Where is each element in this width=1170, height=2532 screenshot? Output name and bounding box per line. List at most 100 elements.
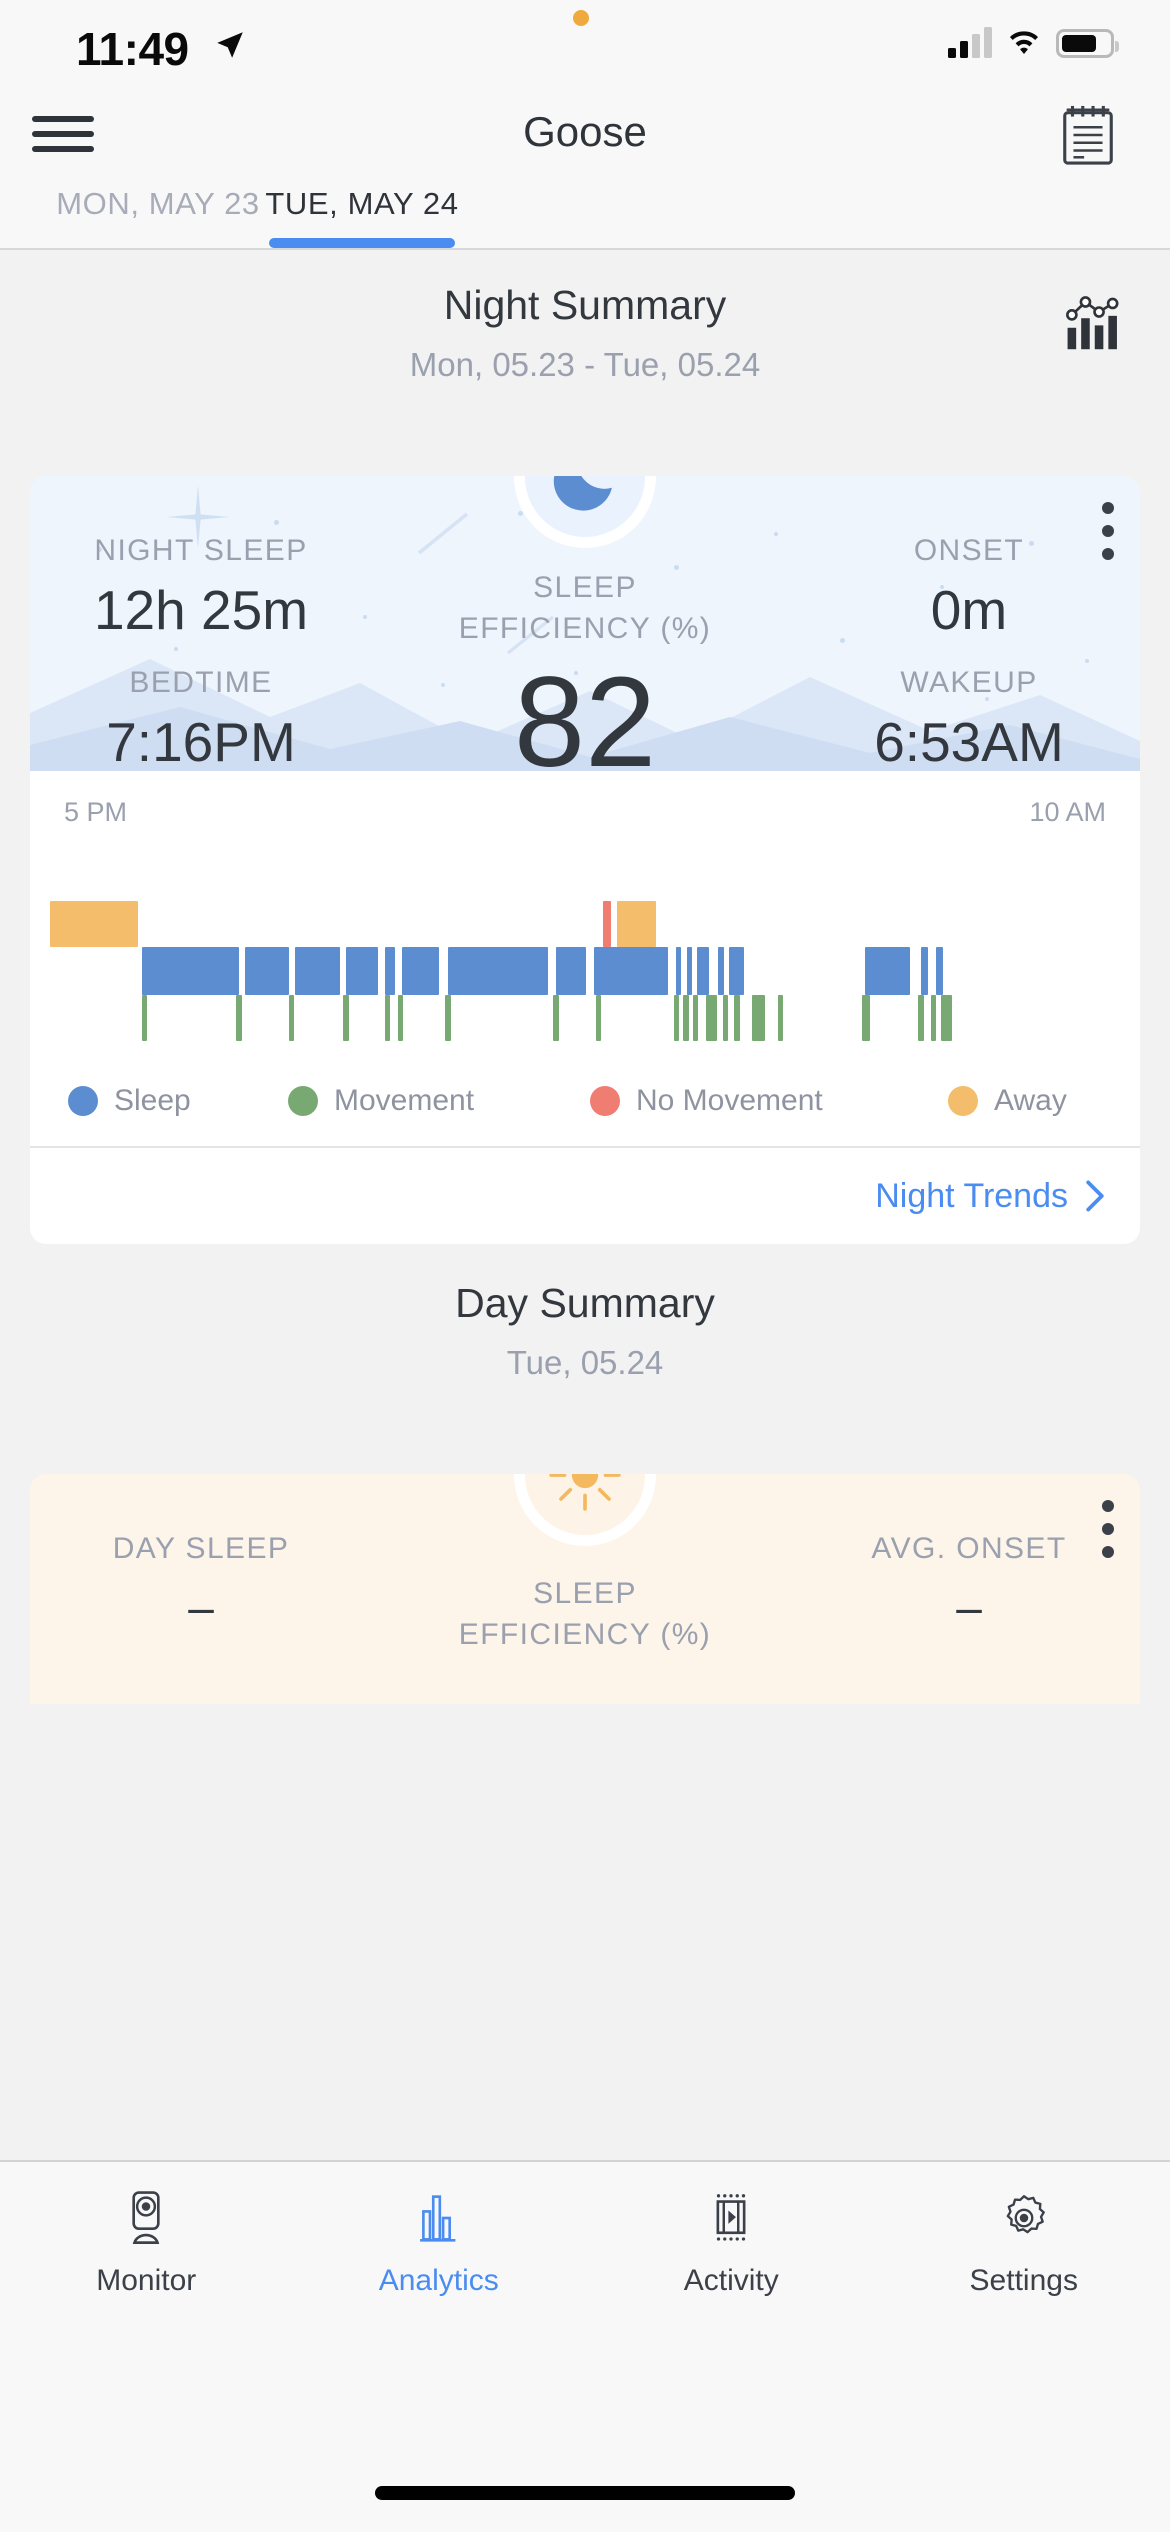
- app-screen: 11:49 Goose MON, MAY 23 TUE, MAY 24 Nigh…: [0, 0, 1170, 2532]
- timeline-segment-sleep: [675, 947, 682, 995]
- tab-analytics[interactable]: Analytics: [293, 2180, 586, 2298]
- timeline-segment-away: [617, 901, 656, 947]
- timeline-segment-movement: [705, 995, 717, 1041]
- stat-wakeup-label: WAKEUP: [900, 666, 1038, 699]
- timeline-segment-movement: [552, 995, 560, 1041]
- efficiency-label-line2: EFFICIENCY (%): [458, 611, 712, 645]
- timeline-segment-movement: [288, 995, 294, 1041]
- date-tab-tue[interactable]: TUE, MAY 24: [190, 186, 534, 222]
- timeline-segment-sleep: [384, 947, 395, 995]
- analytics-chart-icon[interactable]: [1064, 292, 1126, 354]
- timeline-segment-movement: [384, 995, 391, 1041]
- tab-analytics-label: Analytics: [378, 2264, 499, 2297]
- gear-icon: [988, 2180, 1060, 2256]
- night-summary-title: Night Summary: [443, 282, 727, 328]
- status-indicators: [948, 26, 1119, 58]
- bar-chart-icon: [403, 2180, 475, 2256]
- legend-dot-sleep: [68, 1086, 98, 1116]
- chevron-right-icon: [1086, 1180, 1104, 1212]
- nav-bar: Goose: [0, 88, 1170, 176]
- day-card-menu-button[interactable]: [1102, 1500, 1114, 1569]
- timeline-segment-sleep: [935, 947, 944, 995]
- timeline-segment-movement: [751, 995, 765, 1041]
- bottom-tab-bar: Monitor Analytics Activity Settings: [0, 2160, 1170, 2532]
- timeline-segment-movement: [595, 995, 602, 1041]
- timeline-segment-sleep: [717, 947, 725, 995]
- stat-night-sleep: NIGHT SLEEP 12h 25m: [66, 534, 336, 642]
- legend-label-no-movement: No Movement: [636, 1084, 823, 1117]
- timeline-start-label: 5 PM: [64, 797, 128, 827]
- scroll-content[interactable]: Night Summary Mon, 05.23 - Tue, 05.24 NI…: [0, 250, 1170, 2160]
- night-trends-link[interactable]: Night Trends: [875, 1177, 1106, 1216]
- legend-dot-away: [948, 1086, 978, 1116]
- home-indicator: [375, 2486, 795, 2500]
- stat-day-sleep-value: –: [188, 1581, 214, 1633]
- legend-label-sleep: Sleep: [114, 1084, 191, 1117]
- night-card-menu-button[interactable]: [1102, 502, 1114, 571]
- stat-night-sleep-value: 12h 25m: [93, 579, 309, 641]
- date-tab-bar: MON, MAY 23 TUE, MAY 24: [0, 176, 1170, 250]
- stat-day-sleep-label: DAY SLEEP: [112, 1532, 290, 1565]
- orange-recording-dot: [573, 10, 589, 26]
- timeline-segment-movement: [444, 995, 452, 1041]
- location-arrow-icon: [217, 32, 243, 58]
- status-time: 11:49: [76, 23, 189, 75]
- night-summary-subtitle: Mon, 05.23 - Tue, 05.24: [409, 346, 761, 383]
- timeline-segment-sleep: [729, 947, 745, 995]
- status-bar: 11:49: [0, 0, 1170, 88]
- notepad-icon[interactable]: [1054, 104, 1122, 166]
- stat-wakeup-value: 6:53AM: [874, 711, 1064, 771]
- stat-onset: ONSET 0m: [834, 534, 1104, 642]
- day-summary-subtitle: Tue, 05.24: [506, 1344, 664, 1381]
- timeline-segment-movement: [683, 995, 689, 1041]
- timeline-segment-sleep: [686, 947, 692, 995]
- tab-activity[interactable]: Activity: [585, 2180, 878, 2298]
- stat-sleep-efficiency: SLEEP EFFICIENCY (%) 82: [375, 568, 795, 771]
- day-summary-card: DAY SLEEP – AVG. ONSET – SLEEP EFFICIENC…: [30, 1474, 1140, 1704]
- stat-night-sleep-label: NIGHT SLEEP: [94, 534, 308, 567]
- timeline-segment-sleep: [556, 947, 587, 995]
- tab-settings[interactable]: Settings: [878, 2180, 1170, 2298]
- stat-avg-onset-label: AVG. ONSET: [871, 1532, 1067, 1565]
- stat-day-sleep-efficiency: SLEEP EFFICIENCY (%): [375, 1574, 795, 1656]
- timeline-segment-no-movement: [603, 901, 612, 947]
- efficiency-label-line1: SLEEP: [533, 571, 637, 604]
- timeline-segment-movement: [723, 995, 729, 1041]
- timeline-segment-movement: [777, 995, 783, 1041]
- tab-monitor[interactable]: Monitor: [0, 2180, 293, 2298]
- timeline-segment-sleep: [346, 947, 379, 995]
- timeline-segment-sleep: [402, 947, 440, 995]
- timeline-legend: Sleep Movement No Movement Away: [30, 1056, 1140, 1148]
- timeline-segment-movement: [693, 995, 699, 1041]
- tab-settings-label: Settings: [969, 2264, 1078, 2297]
- timeline-segment-movement: [343, 995, 349, 1041]
- stat-day-sleep: DAY SLEEP –: [66, 1532, 336, 1634]
- legend-item-movement: Movement: [288, 1084, 474, 1118]
- timeline-segment-movement: [917, 995, 925, 1041]
- night-summary-card: NIGHT SLEEP 12h 25m ONSET 0m BEDTIME 7:1…: [30, 476, 1140, 1244]
- timeline-segment-movement: [673, 995, 680, 1041]
- film-play-icon: [695, 2180, 767, 2256]
- night-timeline-chart[interactable]: 5 PM 10 AM: [30, 771, 1140, 1056]
- timeline-segment-movement: [941, 995, 952, 1041]
- cellular-signal-icon: [948, 26, 992, 58]
- timeline-segment-away: [50, 901, 138, 947]
- camera-monitor-icon: [110, 2180, 182, 2256]
- shooting-star-icon: [418, 512, 469, 554]
- page-title: Goose: [523, 108, 647, 155]
- stat-bedtime-label: BEDTIME: [129, 666, 273, 699]
- night-trends-row[interactable]: Night Trends: [30, 1148, 1140, 1244]
- stat-avg-onset: AVG. ONSET –: [834, 1532, 1104, 1634]
- battery-icon: [1056, 29, 1119, 58]
- day-efficiency-label-line2: EFFICIENCY (%): [458, 1617, 712, 1651]
- legend-label-movement: Movement: [334, 1084, 475, 1117]
- timeline-segment-sleep: [865, 947, 911, 995]
- moon-badge: [514, 476, 656, 548]
- moon-icon: [553, 476, 612, 511]
- day-summary-title: Day Summary: [455, 1280, 715, 1326]
- stat-bedtime: BEDTIME 7:16PM: [66, 666, 336, 771]
- day-efficiency-label-line1: SLEEP: [533, 1577, 637, 1610]
- legend-item-no-movement: No Movement: [590, 1084, 823, 1118]
- timeline-segment-movement: [142, 995, 148, 1041]
- legend-item-sleep: Sleep: [68, 1084, 191, 1118]
